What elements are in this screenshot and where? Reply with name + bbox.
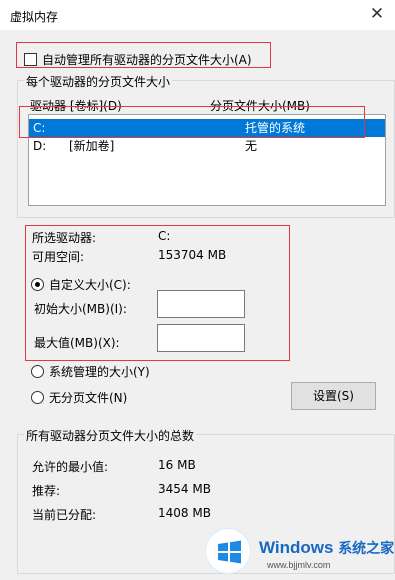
free-space-label: 可用空间:: [32, 250, 85, 264]
column-header-size[interactable]: 分页文件大小(MB): [210, 97, 310, 114]
drive-list[interactable]: C: 托管的系统 D: [新加卷] 无: [28, 114, 386, 206]
selected-drive-value: C:: [158, 229, 171, 243]
current-allocated-value: 1408 MB: [158, 506, 211, 520]
watermark-brand: Windows 系统之家: [259, 538, 394, 558]
auto-manage-label: 自动管理所有驱动器的分页文件大小(A): [42, 53, 252, 67]
drive-volume-label: [新加卷]: [69, 139, 115, 153]
max-size-input[interactable]: [157, 324, 245, 352]
recommended-label: 推荐:: [32, 484, 61, 498]
auto-manage-checkbox[interactable]: 自动管理所有驱动器的分页文件大小(A): [24, 51, 252, 68]
title-bar: 虚拟内存 ✕: [0, 0, 395, 30]
radio-button[interactable]: [31, 278, 44, 291]
selected-drive-label: 所选驱动器:: [32, 231, 97, 245]
drive-paging-size: 托管的系统: [245, 121, 306, 135]
drive-row-c[interactable]: C: 托管的系统: [29, 119, 385, 137]
radio-button[interactable]: [31, 391, 44, 404]
initial-size-input[interactable]: [157, 290, 245, 318]
watermark-brand-cn: 系统之家: [338, 540, 395, 556]
no-paging-label: 无分页文件(N): [49, 391, 128, 405]
current-allocated-label: 当前已分配:: [32, 508, 97, 522]
free-space-value: 153704 MB: [158, 248, 227, 262]
drive-row-d[interactable]: D: [新加卷] 无: [29, 137, 385, 155]
set-button[interactable]: 设置(S): [291, 382, 376, 410]
custom-size-radio[interactable]: 自定义大小(C):: [31, 276, 131, 293]
close-icon[interactable]: ✕: [367, 4, 387, 24]
window-title: 虚拟内存: [10, 10, 59, 24]
min-allowed-label: 允许的最小值:: [32, 460, 109, 474]
custom-size-label: 自定义大小(C):: [49, 278, 131, 292]
watermark-url: www.bjjmlv.com: [267, 560, 331, 570]
virtual-memory-dialog: 虚拟内存 ✕ 自动管理所有驱动器的分页文件大小(A) 每个驱动器的分页文件大小 …: [0, 0, 395, 580]
radio-button[interactable]: [31, 365, 44, 378]
checkbox-box[interactable]: [24, 53, 37, 66]
watermark-brand-en: Windows: [259, 538, 334, 557]
system-managed-radio[interactable]: 系统管理的大小(Y): [31, 363, 150, 380]
max-size-label: 最大值(MB)(X):: [34, 336, 120, 350]
watermark: Windows 系统之家 www.bjjmlv.com: [205, 520, 395, 580]
initial-size-label: 初始大小(MB)(I):: [34, 302, 127, 316]
drive-paging-size: 无: [245, 139, 258, 153]
per-drive-group-label: 每个驱动器的分页文件大小: [24, 73, 173, 90]
windows-logo-icon: [205, 528, 251, 574]
column-header-drive[interactable]: 驱动器 [卷标](D): [30, 97, 122, 114]
recommended-value: 3454 MB: [158, 482, 211, 496]
system-managed-label: 系统管理的大小(Y): [49, 365, 150, 379]
drive-letter: D:: [33, 139, 47, 153]
min-allowed-value: 16 MB: [158, 458, 196, 472]
windows-flag-icon: [218, 540, 241, 564]
drive-letter: C:: [33, 121, 46, 135]
totals-group-label: 所有驱动器分页文件大小的总数: [24, 427, 197, 444]
no-paging-radio[interactable]: 无分页文件(N): [31, 389, 127, 406]
